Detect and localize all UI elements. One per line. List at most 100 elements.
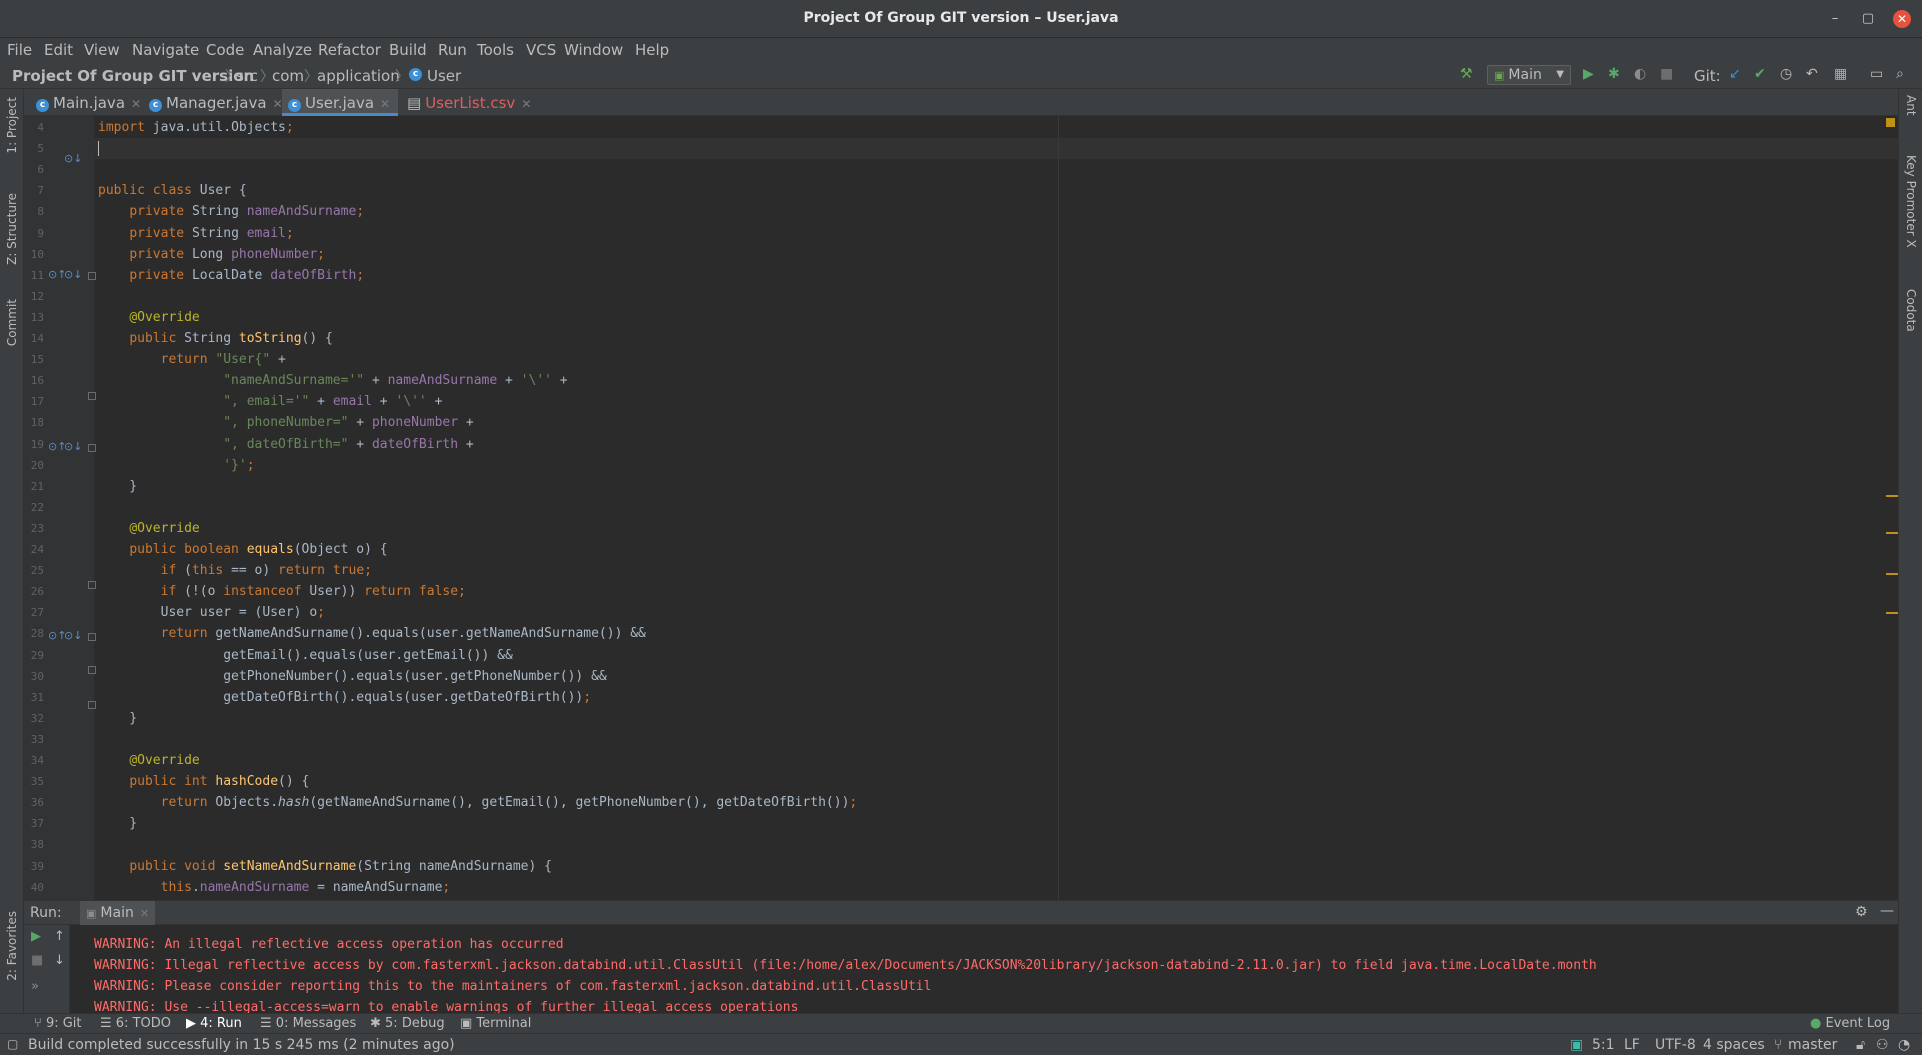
tab-userlist-csv[interactable]: ▤ UserList.csv ✕: [401, 89, 539, 116]
code-line[interactable]: public void setNameAndSurname(String nam…: [98, 856, 552, 877]
breadcrumb-com[interactable]: com: [272, 67, 304, 85]
git-rollback-icon[interactable]: ↶: [1806, 66, 1818, 82]
search-icon[interactable]: ⌕: [1896, 66, 1904, 82]
run-tab-main[interactable]: ▣ Main ✕: [80, 901, 156, 925]
menu-edit[interactable]: Edit: [44, 41, 73, 59]
code-line[interactable]: User user = (User) o;: [98, 602, 325, 623]
tool-window-key-promoter[interactable]: Key Promoter X: [1904, 155, 1918, 248]
tab-user-java[interactable]: c User.java ✕: [282, 89, 399, 116]
code-editor[interactable]: 4 5 6 7 8 9 10 11 12 13 14 15 16 17 18 19 20 21 22 23 24 25 26…: [24, 116, 1898, 900]
code-line[interactable]: this.nameAndSurname = nameAndSurname;: [98, 877, 451, 898]
file-encoding[interactable]: UTF-8: [1655, 1037, 1696, 1053]
tab-debug[interactable]: ✱ 5: Debug: [370, 1016, 445, 1031]
code-line[interactable]: "nameAndSurname='" + nameAndSurname + '\…: [98, 370, 567, 391]
code-line[interactable]: '}';: [98, 455, 254, 476]
fold-marker-icon[interactable]: [88, 666, 96, 674]
code-line[interactable]: public boolean equals(Object o) {: [98, 539, 387, 560]
implemented-icon[interactable]: ⊙↓: [64, 629, 82, 642]
code-line[interactable]: return Objects.hash(getNameAndSurname(),…: [98, 792, 858, 813]
fold-marker-icon[interactable]: [88, 272, 96, 280]
menu-help[interactable]: Help: [635, 41, 669, 59]
editor-scrollbar[interactable]: [1876, 116, 1898, 900]
stop-icon[interactable]: ■: [31, 953, 43, 968]
warning-stripe[interactable]: [1886, 495, 1898, 497]
run-configuration-select[interactable]: ▣ Main ▼: [1487, 65, 1571, 85]
tool-window-codota[interactable]: Codota: [1904, 289, 1918, 332]
git-history-icon[interactable]: ◷: [1780, 66, 1792, 82]
code-line[interactable]: if (this == o) return true;: [98, 560, 372, 581]
code-line[interactable]: private String nameAndSurname;: [98, 201, 364, 222]
code-line[interactable]: ", phoneNumber=" + phoneNumber +: [98, 412, 473, 433]
code-line[interactable]: import java.util.Objects;: [98, 117, 294, 138]
code-line[interactable]: }: [98, 708, 137, 729]
line-separator[interactable]: LF: [1624, 1037, 1640, 1053]
menu-tools[interactable]: Tools: [477, 41, 514, 59]
breadcrumb-project[interactable]: Project Of Group GIT version: [12, 67, 254, 85]
fold-marker-icon[interactable]: [88, 581, 96, 589]
implemented-icon[interactable]: ⊙↓: [64, 152, 82, 165]
tool-window-commit[interactable]: Commit: [5, 299, 19, 346]
code-line[interactable]: private String email;: [98, 223, 293, 244]
code-line[interactable]: private LocalDate dateOfBirth;: [98, 265, 364, 286]
code-line[interactable]: @Override: [98, 307, 199, 328]
tool-window-favorites[interactable]: 2: Favorites: [5, 911, 19, 981]
scroll-up-icon[interactable]: ↑: [54, 929, 65, 944]
tab-manager-java[interactable]: c Manager.java ✕: [143, 89, 291, 116]
stop-icon[interactable]: ■: [1660, 66, 1673, 82]
fold-marker-icon[interactable]: [88, 392, 96, 400]
close-tab-icon[interactable]: ✕: [131, 97, 141, 111]
git-update-icon[interactable]: ↙: [1729, 66, 1741, 82]
close-tab-icon[interactable]: ✕: [140, 907, 149, 920]
menu-file[interactable]: File: [7, 41, 32, 59]
menu-run[interactable]: Run: [438, 41, 467, 59]
menu-view[interactable]: View: [84, 41, 120, 59]
code-line[interactable]: if (!(o instanceof User)) return false;: [98, 581, 466, 602]
fold-marker-icon[interactable]: [88, 444, 96, 452]
warning-indicator-icon[interactable]: [1886, 118, 1895, 127]
menu-window[interactable]: Window: [564, 41, 623, 59]
close-tab-icon[interactable]: ✕: [380, 97, 390, 111]
menu-vcs[interactable]: VCS: [526, 41, 556, 59]
inspector-icon[interactable]: ⚇: [1876, 1037, 1889, 1053]
code-line[interactable]: @Override: [98, 750, 199, 771]
rerun-icon[interactable]: ▶: [31, 929, 41, 944]
close-tab-icon[interactable]: ✕: [521, 97, 531, 111]
tab-main-java[interactable]: c Main.java ✕: [30, 89, 149, 116]
notifications-icon[interactable]: ◔: [1898, 1037, 1910, 1053]
tab-terminal[interactable]: ▣ Terminal: [460, 1016, 531, 1031]
run-icon[interactable]: ▶: [1583, 66, 1594, 82]
code-line[interactable]: }: [98, 476, 137, 497]
code-line[interactable]: return "User{" +: [98, 349, 286, 370]
debug-icon[interactable]: ✱: [1608, 66, 1620, 82]
fold-marker-icon[interactable]: [88, 633, 96, 641]
breadcrumb-application[interactable]: application: [317, 67, 400, 85]
fold-marker-icon[interactable]: [88, 701, 96, 709]
warning-stripe[interactable]: [1886, 573, 1898, 575]
minimize-button[interactable]: –: [1826, 10, 1844, 28]
code-line[interactable]: ", email='" + email + '\'' +: [98, 391, 442, 412]
gear-icon[interactable]: ⚙: [1855, 904, 1868, 920]
toggle-tool-windows-icon[interactable]: ▢: [7, 1037, 18, 1051]
code-line[interactable]: getEmail().equals(user.getEmail()) &&: [98, 645, 513, 666]
tool-window-structure[interactable]: Z: Structure: [5, 193, 19, 265]
breadcrumb-src[interactable]: src: [236, 67, 258, 85]
tool-window-ant[interactable]: Ant: [1904, 95, 1918, 116]
warning-stripe[interactable]: [1886, 532, 1898, 534]
code-line[interactable]: return getNameAndSurname().equals(user.g…: [98, 623, 646, 644]
caret-position[interactable]: 5:1: [1592, 1037, 1615, 1053]
maximize-button[interactable]: ▢: [1859, 10, 1877, 28]
code-line[interactable]: private Long phoneNumber;: [98, 244, 325, 265]
implemented-icon[interactable]: ⊙↓: [64, 440, 82, 453]
warning-stripe[interactable]: [1886, 612, 1898, 614]
close-window-button[interactable]: ✕: [1893, 10, 1911, 28]
lock-icon[interactable]: 🔓︎: [1856, 1037, 1865, 1053]
code-line[interactable]: public String toString() {: [98, 328, 333, 349]
tab-messages[interactable]: ☰ 0: Messages: [260, 1016, 356, 1031]
code-line[interactable]: public int hashCode() {: [98, 771, 309, 792]
tab-git[interactable]: ⑂ 9: Git: [34, 1016, 82, 1031]
code-line[interactable]: getDateOfBirth().equals(user.getDateOfBi…: [98, 687, 591, 708]
hide-panel-icon[interactable]: —: [1880, 903, 1894, 919]
run-with-coverage-icon[interactable]: ◐: [1634, 66, 1646, 82]
terminal-status-icon[interactable]: ▣: [1570, 1037, 1583, 1053]
build-hammer-icon[interactable]: ⚒: [1460, 66, 1473, 82]
